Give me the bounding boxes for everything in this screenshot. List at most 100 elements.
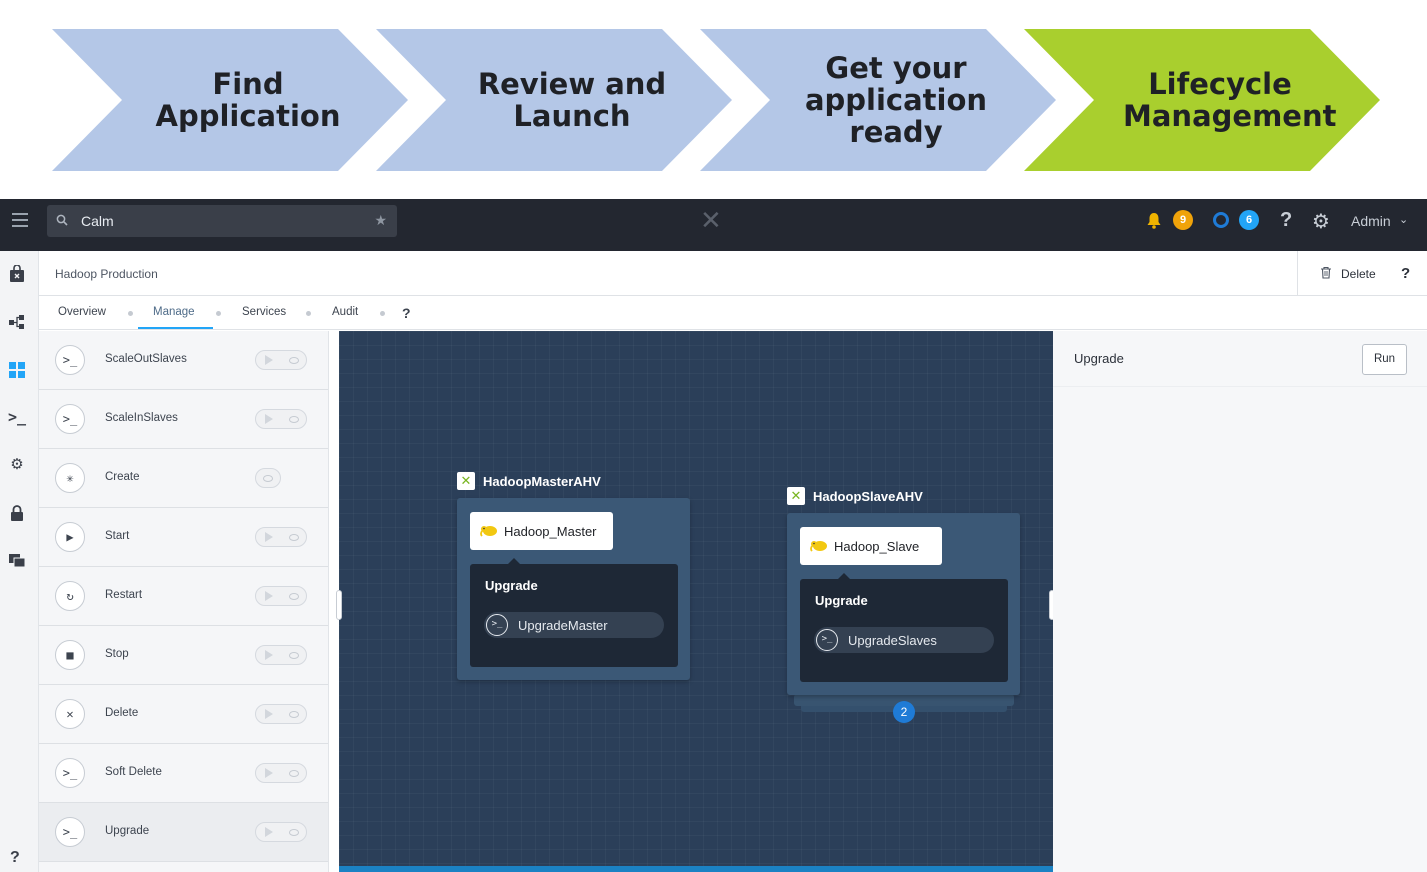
task-upgrade-master[interactable]: >_ UpgradeMaster — [484, 612, 664, 638]
applications-grid-icon[interactable] — [8, 361, 26, 379]
run-view-toggle[interactable] — [255, 586, 307, 606]
eye-icon[interactable] — [289, 652, 299, 659]
alerts-count-badge[interactable]: 9 — [1173, 210, 1193, 230]
settings-gears-icon[interactable]: ⚙ — [8, 456, 26, 474]
package-hadoop-master[interactable]: Hadoop_Master — [470, 512, 613, 550]
process-banner: Find Application Review and Launch Get y… — [0, 0, 1427, 200]
play-icon[interactable] — [265, 414, 273, 424]
play-icon[interactable] — [265, 532, 273, 542]
action-label: ScaleInSlaves — [105, 412, 178, 424]
eye-icon[interactable] — [263, 475, 273, 482]
action-label: Delete — [105, 707, 139, 719]
action-item-soft-delete[interactable]: >_ Soft Delete — [39, 744, 328, 803]
help-icon[interactable]: ? — [10, 849, 20, 867]
tab-manage[interactable]: Manage — [153, 306, 195, 318]
terminal-icon[interactable]: >_ — [8, 408, 26, 426]
search-bar[interactable]: Calm ★ — [47, 205, 397, 237]
view-toggle[interactable] — [255, 468, 281, 488]
eye-icon[interactable] — [289, 593, 299, 600]
x-icon: ✕ — [55, 699, 85, 729]
tasks-ring-icon[interactable] — [1213, 212, 1229, 228]
gear-icon[interactable]: ⚙ — [1312, 209, 1330, 234]
lock-icon[interactable] — [8, 504, 26, 522]
action-item-create[interactable]: ✳ Create — [39, 449, 328, 508]
action-item-delete[interactable]: ✕ Delete — [39, 685, 328, 744]
user-menu[interactable]: Admin — [1351, 213, 1391, 229]
action-item-upgrade[interactable]: >_ Upgrade — [39, 803, 328, 862]
upgrade-card-slave[interactable]: Upgrade >_ UpgradeSlaves — [800, 573, 1008, 682]
run-view-toggle[interactable] — [255, 527, 307, 547]
restart-icon: ↻ — [55, 581, 85, 611]
chevron-down-icon[interactable]: ⌄ — [1399, 213, 1408, 226]
delete-button[interactable]: Delete — [1341, 267, 1376, 281]
panel-header: Upgrade Run — [1053, 331, 1427, 387]
task-upgrade-slaves[interactable]: >_ UpgradeSlaves — [814, 627, 994, 653]
action-detail-panel: Upgrade Run — [1053, 331, 1427, 872]
tasks-count-badge[interactable]: 6 — [1239, 210, 1259, 230]
action-item-stop[interactable]: ■ Stop — [39, 626, 328, 685]
action-label: Start — [105, 530, 130, 542]
card-caret — [508, 558, 520, 564]
eye-icon[interactable] — [289, 416, 299, 423]
play-icon[interactable] — [265, 650, 273, 660]
action-item-scaleoutslaves[interactable]: >_ ScaleOutSlaves — [39, 331, 328, 390]
active-tab-indicator — [138, 327, 213, 329]
run-button[interactable]: Run — [1362, 344, 1407, 375]
page-header: Hadoop Production Delete ? — [39, 251, 1427, 296]
help-icon[interactable]: ? — [1401, 265, 1410, 282]
step-find-application: Find Application — [52, 29, 408, 171]
hadoop-elephant-icon — [480, 526, 497, 537]
terminal-icon: >_ — [55, 758, 85, 788]
eye-icon[interactable] — [289, 357, 299, 364]
play-icon[interactable] — [265, 355, 273, 365]
step-label: Find Application — [155, 67, 341, 133]
run-view-toggle[interactable] — [255, 409, 307, 429]
tab-audit[interactable]: Audit — [332, 306, 358, 318]
blueprints-icon[interactable] — [8, 313, 26, 331]
bell-icon[interactable] — [1146, 212, 1162, 229]
step-lifecycle-management: Lifecycle Management — [1024, 29, 1380, 171]
windows-icon[interactable] — [8, 551, 26, 569]
terminal-icon: >_ — [816, 629, 838, 651]
action-label: Upgrade — [105, 825, 150, 837]
tab-separator — [128, 311, 133, 316]
eye-icon[interactable] — [289, 770, 299, 777]
service-title-slave[interactable]: ✕ HadoopSlaveAHV — [787, 487, 923, 505]
hamburger-menu-icon[interactable] — [12, 213, 28, 227]
eye-icon[interactable] — [289, 829, 299, 836]
help-icon[interactable]: ? — [1280, 209, 1292, 232]
top-nav: Calm ★ ✕ 9 6 ? ⚙ Admin ⌄ — [0, 199, 1427, 251]
package-hadoop-slave[interactable]: Hadoop_Slave — [800, 527, 942, 565]
play-icon[interactable] — [265, 768, 273, 778]
run-view-toggle[interactable] — [255, 822, 307, 842]
eye-icon[interactable] — [289, 534, 299, 541]
task-name: UpgradeSlaves — [848, 632, 937, 648]
play-icon[interactable] — [265, 827, 273, 837]
left-resize-handle[interactable] — [336, 590, 342, 620]
tab-separator — [216, 311, 221, 316]
upgrade-card-master[interactable]: Upgrade >_ UpgradeMaster — [470, 558, 678, 667]
action-label: Soft Delete — [105, 766, 162, 778]
help-icon[interactable]: ? — [402, 305, 411, 321]
tab-overview[interactable]: Overview — [58, 306, 106, 318]
marketplace-bag-icon[interactable] — [8, 264, 26, 283]
search-input[interactable]: Calm — [81, 213, 114, 229]
run-view-toggle[interactable] — [255, 350, 307, 370]
star-icon[interactable]: ★ — [374, 212, 387, 229]
eye-icon[interactable] — [289, 711, 299, 718]
left-icon-rail: >_ ⚙ ? — [0, 251, 39, 872]
run-view-toggle[interactable] — [255, 704, 307, 724]
action-item-scaleinslaves[interactable]: >_ ScaleInSlaves — [39, 390, 328, 449]
action-list: >_ ScaleOutSlaves >_ ScaleInSlaves ✳ Cre… — [39, 331, 329, 872]
run-view-toggle[interactable] — [255, 645, 307, 665]
service-title-master[interactable]: ✕ HadoopMasterAHV — [457, 472, 601, 490]
replica-count-badge[interactable]: 2 — [893, 701, 915, 723]
trash-icon[interactable] — [1320, 266, 1332, 282]
play-icon[interactable] — [265, 709, 273, 719]
tab-services[interactable]: Services — [242, 306, 286, 318]
action-item-restart[interactable]: ↻ Restart — [39, 567, 328, 626]
run-view-toggle[interactable] — [255, 763, 307, 783]
action-item-start[interactable]: ▶ Start — [39, 508, 328, 567]
package-name: Hadoop_Slave — [834, 538, 920, 554]
play-icon[interactable] — [265, 591, 273, 601]
